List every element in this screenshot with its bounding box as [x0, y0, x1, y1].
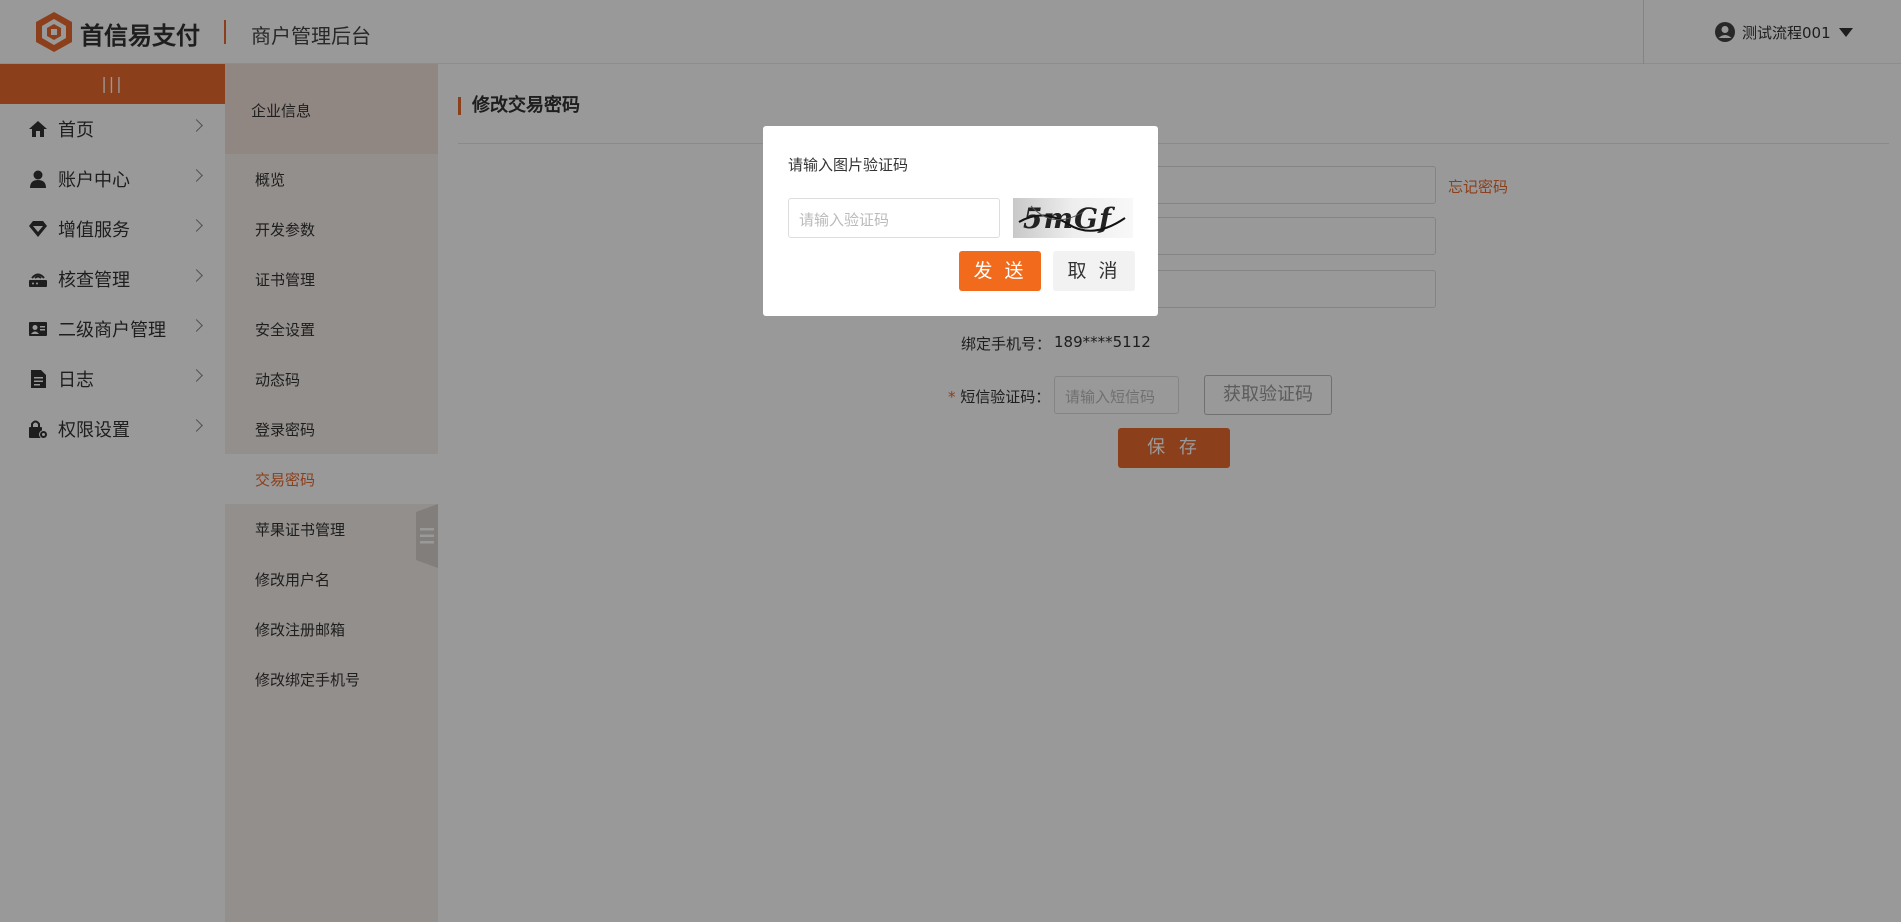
captcha-dialog: 请输入图片验证码 请输入验证码 5mGf 发 送 取 消 [763, 126, 1158, 316]
cancel-button[interactable]: 取 消 [1053, 251, 1135, 291]
send-button[interactable]: 发 送 [959, 251, 1041, 291]
captcha-image[interactable]: 5mGf [1013, 198, 1133, 238]
captcha-input[interactable]: 请输入验证码 [788, 198, 1000, 238]
dialog-title: 请输入图片验证码 [788, 156, 909, 174]
